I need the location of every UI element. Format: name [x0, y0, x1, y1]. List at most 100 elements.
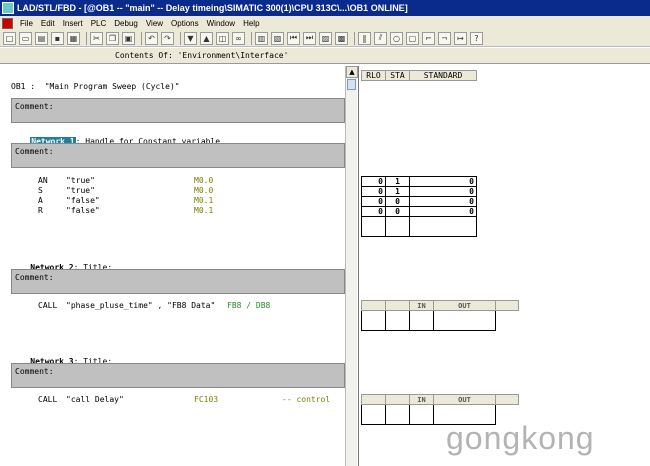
empty-cell: [409, 310, 434, 331]
menu-insert[interactable]: Insert: [59, 19, 87, 28]
comment-label: Comment:: [15, 367, 54, 376]
menu-window[interactable]: Window: [203, 19, 239, 28]
toolbar-separator: [354, 31, 355, 45]
empty-cell: [385, 310, 410, 331]
contact-nc-icon[interactable]: ⫽: [374, 31, 387, 45]
branch-close-icon[interactable]: ¬: [438, 31, 451, 45]
coil-icon[interactable]: ○: [390, 31, 403, 45]
undo-icon[interactable]: ↶: [145, 31, 158, 45]
first-network-icon[interactable]: ⏮: [287, 31, 300, 45]
menu-view[interactable]: View: [142, 19, 167, 28]
comment-label: Comment:: [15, 147, 54, 156]
network-2-comment[interactable]: Comment:: [11, 269, 345, 294]
in-header: IN: [409, 300, 434, 311]
table-row: 0 1 0: [361, 186, 477, 197]
sta-header: STA: [385, 70, 410, 81]
editor-scrollbar[interactable]: ▲: [345, 66, 358, 466]
paste-icon[interactable]: ▣: [122, 31, 135, 45]
empty-cell: [361, 310, 386, 331]
cut-icon[interactable]: ✂: [90, 31, 103, 45]
instruction-op[interactable]: S: [38, 186, 43, 195]
box-icon[interactable]: ▢: [406, 31, 419, 45]
instruction-address[interactable]: M0.0: [194, 176, 213, 185]
instruction-op[interactable]: CALL: [38, 395, 57, 404]
instruction-symbol[interactable]: "false": [66, 196, 100, 205]
io-spacer: [361, 300, 386, 311]
scroll-up-icon[interactable]: ▲: [346, 66, 358, 78]
network-1-comment[interactable]: Comment:: [11, 143, 345, 168]
menu-help[interactable]: Help: [239, 19, 263, 28]
help-pointer-icon[interactable]: ?: [470, 31, 483, 45]
copy-icon[interactable]: ❐: [106, 31, 119, 45]
status-values-table: 0 1 0 0 1 0 0 0 0 0 0 0: [361, 176, 477, 237]
interface-path: Contents Of: 'Environment\Interface': [115, 51, 289, 60]
network-3-comment[interactable]: Comment:: [11, 363, 345, 388]
instruction-address[interactable]: M0.1: [194, 196, 213, 205]
instruction-symbol[interactable]: "false": [66, 206, 100, 215]
save-icon[interactable]: ▪: [51, 31, 64, 45]
empty-cell: [385, 404, 410, 425]
window-title: LAD/STL/FBD - [@OB1 -- "main" -- Delay t…: [17, 3, 408, 13]
accessible-nodes-icon[interactable]: ▤: [35, 31, 48, 45]
program-elements-icon[interactable]: ▩: [335, 31, 348, 45]
menu-debug[interactable]: Debug: [110, 19, 142, 28]
rlo-value: 0: [361, 196, 386, 207]
navigation-icon[interactable]: ▧: [271, 31, 284, 45]
upload-icon[interactable]: ▲: [200, 31, 213, 45]
out-header: OUT: [433, 300, 496, 311]
instruction-op[interactable]: AN: [38, 176, 48, 185]
call-io-table: IN OUT: [361, 300, 519, 331]
call-block-address[interactable]: FC103: [194, 395, 218, 404]
contact-no-icon[interactable]: ‖: [358, 31, 371, 45]
menu-plc[interactable]: PLC: [87, 19, 111, 28]
overview-icon[interactable]: ▥: [255, 31, 268, 45]
standard-header: STANDARD: [409, 70, 477, 81]
call-arguments[interactable]: "call Delay": [66, 395, 124, 404]
io-spacer: [361, 394, 386, 405]
toolbar-separator: [141, 31, 142, 45]
empty-cell: [409, 404, 434, 425]
sta-value: 1: [385, 186, 410, 197]
in-header: IN: [409, 394, 434, 405]
connection-icon[interactable]: ↦: [454, 31, 467, 45]
monitor-icon[interactable]: ∞: [232, 31, 245, 45]
redo-icon[interactable]: ↷: [161, 31, 174, 45]
new-icon[interactable]: □: [3, 31, 16, 45]
download-icon[interactable]: ▼: [184, 31, 197, 45]
empty-cell: [385, 216, 410, 237]
empty-cell: [361, 216, 386, 237]
menu-options[interactable]: Options: [167, 19, 203, 28]
compare-icon[interactable]: ◫: [216, 31, 229, 45]
table-row: 0 1 0: [361, 176, 477, 187]
scroll-thumb[interactable]: [347, 79, 356, 90]
instruction-symbol[interactable]: "true": [66, 186, 95, 195]
last-network-icon[interactable]: ⏭: [303, 31, 316, 45]
call-block-address[interactable]: FB8 / DB8: [227, 301, 270, 310]
sta-value: 0: [385, 206, 410, 217]
io-spacer: [495, 394, 519, 405]
table-row: [361, 216, 477, 237]
stl-editor[interactable]: OB1 : "Main Program Sweep (Cycle)" Comme…: [0, 66, 345, 466]
instruction-op[interactable]: R: [38, 206, 43, 215]
block-header: OB1 : "Main Program Sweep (Cycle)": [11, 82, 180, 91]
instruction-address[interactable]: M0.0: [194, 186, 213, 195]
call-arguments[interactable]: "phase_pluse_time" , "FB8 Data": [66, 301, 215, 310]
instruction-address[interactable]: M0.1: [194, 206, 213, 215]
branch-open-icon[interactable]: ⌐: [422, 31, 435, 45]
table-row: 0 0 0: [361, 196, 477, 207]
toolbar-separator: [180, 31, 181, 45]
open-icon[interactable]: ▭: [19, 31, 32, 45]
menu-edit[interactable]: Edit: [37, 19, 59, 28]
instruction-op[interactable]: CALL: [38, 301, 57, 310]
sta-value: 0: [385, 196, 410, 207]
standard-value: 0: [409, 196, 477, 207]
menu-file[interactable]: File: [16, 19, 37, 28]
toolbar-separator: [251, 31, 252, 45]
details-icon[interactable]: ▨: [319, 31, 332, 45]
document-icon[interactable]: [2, 17, 13, 29]
block-comment[interactable]: Comment:: [11, 98, 345, 123]
instruction-op[interactable]: A: [38, 196, 43, 205]
status-header-table: RLO STA STANDARD: [361, 70, 477, 81]
instruction-symbol[interactable]: "true": [66, 176, 95, 185]
print-icon[interactable]: ▦: [67, 31, 80, 45]
